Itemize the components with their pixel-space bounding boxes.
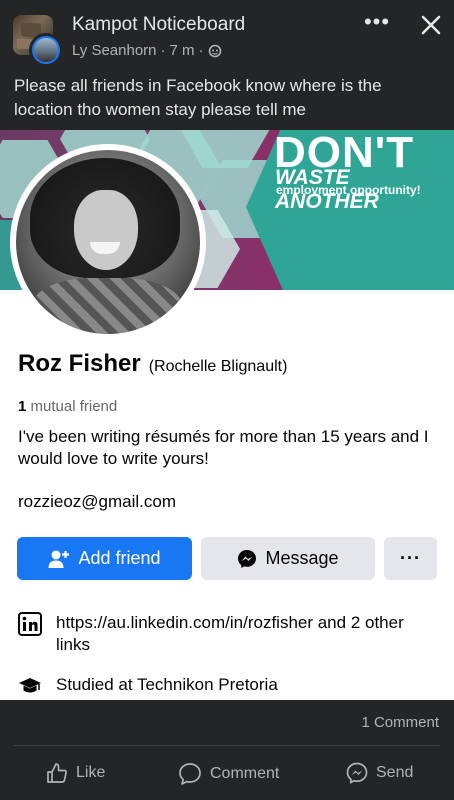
- close-icon[interactable]: [416, 10, 446, 40]
- post-stats-bar: 1 Comment: [0, 700, 454, 746]
- comment-count[interactable]: 1 Comment: [361, 714, 439, 731]
- like-label: Like: [76, 764, 106, 781]
- profile-email: rozzieoz@gmail.com: [18, 492, 177, 511]
- profile-name-line: Roz Fisher (Rochelle Blignault): [18, 350, 287, 378]
- profile-education-text: Studied at Technikon Pretoria: [56, 675, 278, 694]
- profile-links[interactable]: https://au.linkedin.com/in/rozfisher and…: [18, 612, 428, 656]
- author-name[interactable]: Ly Seanhorn: [72, 42, 157, 59]
- profile-alt-name: (Rochelle Blignault): [148, 358, 288, 375]
- message-button[interactable]: Message: [201, 537, 375, 580]
- post-text: Please all friends in Facebook know wher…: [14, 76, 382, 119]
- post-image[interactable]: DON'T WASTE ANOTHER employment opportuni…: [0, 130, 454, 700]
- mutual-label: mutual friend: [30, 398, 118, 415]
- profile-links-text: https://au.linkedin.com/in/rozfisher and…: [56, 613, 404, 654]
- profile-picture[interactable]: [10, 144, 206, 340]
- mutual-count: 1: [18, 398, 27, 415]
- messenger-send-icon: [346, 762, 368, 784]
- meta-separator: ·: [198, 42, 204, 59]
- profile-more-button[interactable]: ···: [384, 537, 437, 580]
- post-time[interactable]: 7 m: [170, 42, 195, 59]
- add-friend-label: Add friend: [78, 548, 161, 568]
- comment-icon: [179, 763, 201, 785]
- comment-button[interactable]: Comment: [178, 762, 279, 786]
- mutual-friends[interactable]: 1 mutual friend: [18, 398, 117, 415]
- linkedin-icon: [18, 612, 42, 636]
- more-options-icon[interactable]: •••: [362, 10, 392, 40]
- profile-bio: I've been writing résumés for more than …: [18, 427, 429, 468]
- post-action-bar: Like Comment Send: [0, 746, 454, 800]
- like-icon: [47, 763, 67, 783]
- post-meta: Ly Seanhorn · 7 m ·: [72, 42, 222, 59]
- add-friend-button[interactable]: Add friend: [17, 537, 192, 580]
- profile-name: Roz Fisher: [18, 350, 141, 377]
- avatar-group[interactable]: [13, 15, 63, 67]
- group-audience-icon: [208, 44, 221, 57]
- cover-tagline: employment opportunity!: [276, 183, 421, 197]
- message-label: Message: [265, 548, 339, 568]
- group-name[interactable]: Kampot Noticeboard: [72, 14, 245, 36]
- comment-label: Comment: [210, 765, 280, 782]
- meta-separator: ·: [160, 42, 166, 59]
- add-friend-icon: [48, 550, 70, 568]
- send-label: Send: [376, 764, 414, 781]
- graduation-cap-icon: [19, 678, 41, 693]
- send-button[interactable]: Send: [346, 762, 413, 784]
- like-button[interactable]: Like: [46, 762, 105, 784]
- author-avatar[interactable]: [29, 33, 63, 67]
- messenger-icon: [238, 549, 257, 568]
- profile-more-icon: ···: [400, 548, 421, 568]
- post-header: Kampot Noticeboard Ly Seanhorn · 7 m · •…: [0, 0, 454, 130]
- profile-education[interactable]: Studied at Technikon Pretoria: [18, 674, 428, 698]
